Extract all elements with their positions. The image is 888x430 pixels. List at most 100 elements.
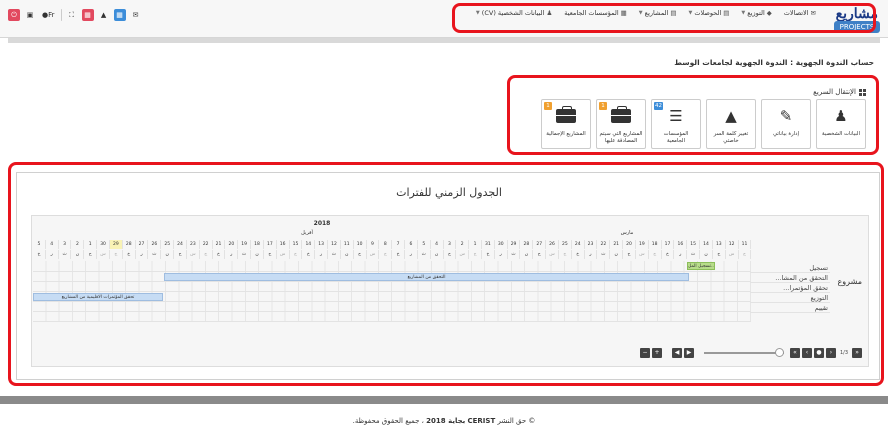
day-number: 26	[148, 240, 162, 249]
tile-change-password[interactable]: ▲ تغيير كلمة السر خاصتي	[706, 99, 756, 149]
tiles-icon[interactable]: ▦	[113, 9, 126, 21]
day-name: س	[367, 250, 380, 259]
briefcase-icon	[610, 106, 632, 125]
tile-total-projects[interactable]: 1 المشاريع الإجمالية	[541, 99, 591, 149]
grid-icon[interactable]: ▦	[81, 9, 94, 21]
user-icon: ♟	[834, 107, 848, 125]
prev-button[interactable]: ◀	[672, 348, 682, 358]
first-button[interactable]: «	[790, 348, 800, 358]
day-name: ث	[328, 250, 341, 259]
lock-icon[interactable]: ▣	[24, 9, 36, 21]
menu-distribution[interactable]: ◆ التوزيع ▼	[741, 9, 771, 17]
menu-cv[interactable]: ♟ البيانات الشخصية (CV) ▼	[476, 9, 552, 17]
count-badge: 42	[654, 102, 663, 110]
day-number: 19	[636, 240, 649, 249]
day-name: ن	[341, 250, 354, 259]
day-name: خ	[123, 250, 136, 259]
day-number: 23	[585, 240, 598, 249]
day-number: 21	[610, 240, 624, 249]
day-name: ر	[315, 250, 329, 259]
year-label: 2018	[313, 220, 331, 227]
fullscreen-icon[interactable]: ⛶	[66, 9, 78, 21]
quick-access-tiles: ♟ البيانات الشخصية ✎ إدارة بياناتي ▲ تغي…	[541, 99, 866, 149]
tile-label: البيانات الشخصية	[822, 131, 860, 137]
day-name: ن	[700, 250, 713, 259]
day-number: 9	[367, 240, 380, 249]
zoom-in-button[interactable]: +	[652, 348, 662, 358]
forward-button[interactable]: ›	[826, 348, 836, 358]
day-number: 16	[277, 240, 290, 249]
day-number: 1	[84, 240, 98, 249]
day-number: 12	[328, 240, 341, 249]
menu-projects[interactable]: ▤ المشاريع ▼	[639, 9, 677, 17]
table-icon: ▦	[620, 9, 627, 17]
day-name: خ	[33, 250, 46, 259]
last-button[interactable]: »	[852, 348, 863, 358]
gantt-bar[interactable]: تحقق المؤتمرات الاقليمية من المشاريع	[33, 293, 163, 301]
tile-manage-data[interactable]: ✎ إدارة بياناتي	[761, 99, 811, 149]
pencil-icon: ✎	[779, 107, 793, 125]
day-number: 22	[200, 240, 213, 249]
menu-summaries[interactable]: ▤ الحوصلات ▼	[689, 9, 730, 17]
org-name: CERIST	[467, 417, 496, 425]
day-number: 25	[161, 240, 175, 249]
month-label: أفريل	[301, 230, 313, 236]
app-logo[interactable]: مشاريع PROJECTS	[832, 5, 880, 33]
timeline-panel: الجدول الزمني للفترات 2018 مارس أفريل 54…	[16, 172, 880, 380]
day-name: ن	[71, 250, 85, 259]
power-icon[interactable]: ⏻	[8, 9, 20, 21]
menu-label: المؤسسات الجامعية	[564, 9, 619, 17]
zoom-out-button[interactable]: −	[640, 348, 650, 358]
nav-controls-left: − + ◀ ▶	[640, 348, 694, 358]
day-number: 14	[700, 240, 713, 249]
day-number: 16	[674, 240, 688, 249]
menu-contacts[interactable]: ✉ الاتصالات	[784, 9, 816, 17]
day-name: ج	[379, 250, 393, 259]
day-number: 8	[379, 240, 393, 249]
menu-universities[interactable]: ▦ المؤسسات الجامعية	[564, 9, 627, 17]
timeline-title: الجدول الزمني للفترات	[396, 186, 502, 199]
day-name: خ	[662, 250, 675, 259]
day-name: ح	[354, 250, 367, 259]
task-label: تحقق المؤتمرا...	[750, 283, 830, 293]
day-number: 29	[109, 240, 123, 249]
divider	[60, 9, 62, 21]
day-name: ث	[238, 250, 252, 259]
day-number: 20	[225, 240, 239, 249]
next-button[interactable]: ▶	[684, 348, 694, 358]
day-name: ث	[148, 250, 162, 259]
day-number: 28	[520, 240, 534, 249]
day-number: 5	[33, 240, 46, 249]
bell-icon[interactable]: ▲	[98, 9, 110, 21]
day-name: ر	[225, 250, 239, 259]
day-number: 15	[290, 240, 303, 249]
place-year: بجاية 2018	[426, 417, 466, 425]
day-name: ح	[84, 250, 98, 259]
logo-subtitle: PROJECTS	[834, 21, 880, 33]
day-number: 17	[264, 240, 277, 249]
back-button[interactable]: ‹	[802, 348, 812, 358]
copyright: © حق النشر	[497, 417, 536, 425]
tile-universities[interactable]: 42 ☰ المؤسسات الجامعية	[651, 99, 701, 149]
day-name: ح	[174, 250, 187, 259]
zoom-slider[interactable]	[704, 348, 784, 357]
day-number: 24	[174, 240, 187, 249]
slider-handle[interactable]	[775, 348, 784, 357]
task-label: تقييم	[750, 303, 830, 313]
gantt-bar[interactable]: التحقق من المشاريع	[164, 273, 689, 281]
day-number: 6	[405, 240, 418, 249]
list-icon: ☰	[669, 107, 683, 125]
task-label: تسجيل	[750, 263, 830, 273]
day-name: ج	[110, 250, 123, 259]
gantt-bar[interactable]: تسجيل المل...	[687, 262, 715, 270]
day-name: ث	[508, 250, 521, 259]
mail-icon[interactable]: ✉	[130, 9, 142, 21]
row-line	[33, 321, 751, 322]
refresh-icon[interactable]: ●	[814, 348, 824, 358]
tile-pending-projects[interactable]: 1 المشاريع التي سيتم المصادقة عليها	[596, 99, 646, 149]
language-switch[interactable]: ● Fr	[40, 9, 57, 21]
task-label: التوزيع	[750, 293, 830, 303]
tile-personal-data[interactable]: ♟ البيانات الشخصية	[816, 99, 866, 149]
tile-label: إدارة بياناتي	[773, 131, 799, 137]
day-name: ن	[251, 250, 264, 259]
